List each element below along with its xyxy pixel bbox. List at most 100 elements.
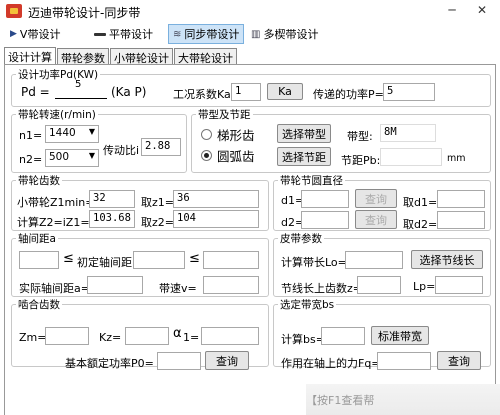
le-sign-2: ≤ xyxy=(189,251,200,266)
pd-formula: (Ka P) xyxy=(111,85,147,99)
multi-wedge-design-button[interactable]: ▥ 多楔带设计 xyxy=(247,24,322,44)
trapezoid-radio[interactable] xyxy=(201,129,212,140)
alpha-symbol: α xyxy=(173,326,182,341)
design-power-legend: 设计功率Pd(KW) xyxy=(18,69,99,81)
d1-value xyxy=(301,190,349,208)
belt-speed-value xyxy=(203,276,259,294)
app-logo-icon xyxy=(6,4,22,18)
p0-label: 基本额定功率P0= xyxy=(65,357,154,370)
ka-input[interactable]: 1 xyxy=(231,83,261,101)
belt-params-legend: 皮带参数 xyxy=(280,233,322,245)
kz-label: Kz= xyxy=(99,331,122,344)
ratio-input[interactable]: 2.88 xyxy=(141,138,181,156)
v-belt-design-button[interactable]: ▶ V带设计 xyxy=(6,24,64,44)
d2-value xyxy=(301,211,349,229)
flat-belt-design-button[interactable]: 平带设计 xyxy=(90,24,157,44)
take-d2-label: 取d2= xyxy=(403,218,438,231)
actual-distance-value xyxy=(87,276,143,294)
n2-label: n2= xyxy=(19,153,43,166)
query-d2-button[interactable]: 查询 xyxy=(355,210,397,229)
zmin-value: 32 xyxy=(89,190,135,208)
pd-value: 5 xyxy=(75,79,82,90)
zm-value xyxy=(45,327,89,345)
take-d1-input[interactable] xyxy=(437,190,485,208)
multi-wedge-label: 多楔带设计 xyxy=(263,28,319,41)
tab-large-pulley[interactable]: 大带轮设计 xyxy=(174,48,237,65)
teeth-count-value xyxy=(357,276,401,294)
ratio-label: 传动比i xyxy=(103,144,140,157)
z1-input[interactable]: 36 xyxy=(173,190,259,208)
belt-width-legend: 选定带宽bs xyxy=(280,299,335,311)
actual-distance-label: 实际轴间距a= xyxy=(19,282,90,295)
max-distance-input[interactable] xyxy=(203,251,259,269)
flat-belt-icon xyxy=(94,32,106,36)
force-label: 作用在轴上的力Fq= xyxy=(281,357,381,370)
standard-width-button[interactable]: 标准带宽 xyxy=(371,326,429,345)
select-length-button[interactable]: 选择节线长 xyxy=(411,250,483,269)
belt-speed-label: 带速v= xyxy=(159,282,197,295)
pitch-unit: mm xyxy=(447,153,466,164)
pulley-teeth-legend: 带轮齿数 xyxy=(18,175,60,187)
arc-radio[interactable] xyxy=(201,150,212,161)
window-title: 迈迪带轮设计-同步带 xyxy=(28,6,141,20)
query-p0-button[interactable]: 查询 xyxy=(205,351,249,370)
belt-pitch-legend: 带型及节距 xyxy=(198,109,251,121)
tab-design-calc[interactable]: 设计计算 xyxy=(4,47,56,65)
min-distance-input[interactable] xyxy=(19,251,59,269)
v-belt-icon: ▶ xyxy=(10,29,17,39)
ka-button[interactable]: Ka xyxy=(267,83,303,100)
zm-label: Zm= xyxy=(19,331,47,344)
query-d1-button[interactable]: 查询 xyxy=(355,189,397,208)
pulley-speed-legend: 带轮转速(r/min) xyxy=(18,109,96,121)
p-label: 传递的功率P= xyxy=(313,88,384,101)
sync-belt-design-button[interactable]: ≋ 同步带设计 xyxy=(168,24,245,44)
status-bar: 【按F1查看帮 xyxy=(306,384,500,415)
calc-length-label: 计算带长Lo= xyxy=(281,256,347,269)
z1-label: 取z1= xyxy=(141,196,174,209)
type-label: 带型: xyxy=(347,130,373,143)
take-d1-label: 取d1= xyxy=(403,196,438,209)
zmin-label: 小带轮Z1min= xyxy=(17,196,95,209)
initial-distance-input[interactable] xyxy=(133,251,185,269)
pitch-label: 节距Pb: xyxy=(341,154,381,167)
chevron-down-icon: ▼ xyxy=(88,127,95,136)
multi-wedge-icon: ▥ xyxy=(251,28,261,40)
z2-calc-label: 计算Z2=iZ1= xyxy=(17,216,90,229)
tab-strip: 设计计算 带轮参数 小带轮设计 大带轮设计 xyxy=(4,47,238,65)
p-input[interactable]: 5 xyxy=(383,83,435,101)
minimize-button[interactable]: ─ xyxy=(438,0,466,20)
alpha-sub-label: 1= xyxy=(183,331,200,344)
n2-select[interactable]: 500 ▼ xyxy=(45,149,99,167)
kz-value xyxy=(125,327,169,345)
p0-value xyxy=(157,352,201,370)
alpha-value xyxy=(201,327,259,345)
center-distance-legend: 轴间距a xyxy=(18,233,56,245)
z2-input[interactable]: 104 xyxy=(173,210,259,228)
pitch-diameter-legend: 带轮节圆直径 xyxy=(280,175,343,187)
initial-distance-label: 初定轴间距 xyxy=(77,256,132,269)
n2-value: 500 xyxy=(49,151,70,163)
trapezoid-label: 梯形齿 xyxy=(217,128,255,143)
select-type-button[interactable]: 选择带型 xyxy=(277,124,331,143)
lp-value xyxy=(435,276,483,294)
chevron-down-icon: ▼ xyxy=(88,151,95,160)
help-hint: 【按F1查看帮 xyxy=(306,394,375,407)
tab-pulley-params[interactable]: 带轮参数 xyxy=(57,48,109,65)
calc-bs-value xyxy=(321,327,365,345)
calc-length-value xyxy=(345,251,403,269)
select-pitch-button[interactable]: 选择节距 xyxy=(277,147,331,166)
design-calc-panel: 设计功率Pd(KW) Pd = 5 (Ka P) 工况系数Ka= 1 Ka 传递… xyxy=(4,64,496,415)
toolbar: ▶ V带设计 平带设计 ≋ 同步带设计 ▥ 多楔带设计 xyxy=(0,24,500,44)
n1-label: n1= xyxy=(19,129,43,142)
query-force-button[interactable]: 查询 xyxy=(437,351,481,370)
close-button[interactable]: ✕ xyxy=(468,0,496,20)
flat-belt-label: 平带设计 xyxy=(109,28,153,41)
arc-label: 圆弧齿 xyxy=(217,149,255,164)
n1-select[interactable]: 1440 ▼ xyxy=(45,125,99,143)
lp-label: Lp= xyxy=(413,280,436,293)
take-d2-input[interactable] xyxy=(437,211,485,229)
calc-bs-label: 计算bs= xyxy=(281,333,325,346)
le-sign-1: ≤ xyxy=(63,251,74,266)
ka-label: 工况系数Ka= xyxy=(173,88,240,101)
tab-small-pulley[interactable]: 小带轮设计 xyxy=(110,48,173,65)
